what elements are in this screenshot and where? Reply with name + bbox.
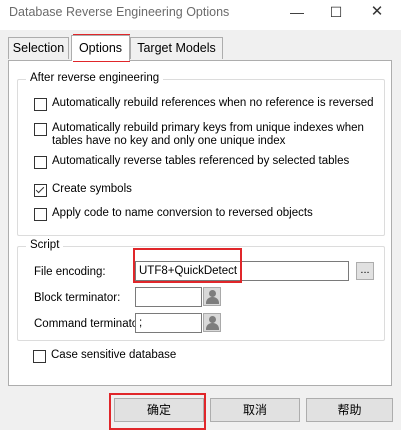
script-group: Script File encoding: UTF8+QuickDetect .… <box>17 239 385 341</box>
code-to-name-checkbox[interactable] <box>34 208 47 221</box>
close-icon[interactable]: ✕ <box>359 1 395 25</box>
create-symbols-label: Create symbols <box>52 183 132 195</box>
file-encoding-label: File encoding: <box>34 266 106 278</box>
help-button[interactable]: 帮助 <box>306 398 393 422</box>
reverse-referenced-tables-label: Automatically reverse tables referenced … <box>52 155 350 167</box>
file-encoding-field[interactable]: UTF8+QuickDetect <box>135 261 349 281</box>
window-title: Database Reverse Engineering Options <box>9 5 230 19</box>
cancel-button[interactable]: 取消 <box>210 398 300 422</box>
block-terminator-picker[interactable] <box>203 287 221 306</box>
case-sensitive-label: Case sensitive database <box>51 349 177 361</box>
rebuild-references-label: Automatically rebuild references when no… <box>52 97 374 109</box>
maximize-icon[interactable]: ☐ <box>318 1 354 25</box>
reverse-referenced-tables-option[interactable]: Automatically reverse tables referenced … <box>34 155 374 169</box>
create-symbols-checkbox[interactable] <box>34 184 47 197</box>
rebuild-references-option[interactable]: Automatically rebuild references when no… <box>34 97 374 111</box>
command-terminator-picker[interactable] <box>203 313 221 332</box>
tab-target-models[interactable]: Target Models <box>130 37 223 59</box>
create-symbols-option[interactable]: Create symbols <box>34 183 374 197</box>
code-to-name-label: Apply code to name conversion to reverse… <box>52 207 313 219</box>
tab-options[interactable]: Options <box>71 35 130 61</box>
reverse-referenced-tables-checkbox[interactable] <box>34 156 47 169</box>
case-sensitive-checkbox[interactable] <box>33 350 46 363</box>
rebuild-primary-keys-label: Automatically rebuild primary keys from … <box>52 122 364 147</box>
rebuild-primary-keys-checkbox[interactable] <box>34 123 47 136</box>
rebuild-primary-keys-option[interactable]: Automatically rebuild primary keys from … <box>34 122 374 148</box>
minimize-icon[interactable]: — <box>279 1 315 25</box>
command-terminator-label: Command terminator: <box>34 318 146 330</box>
script-legend: Script <box>26 239 64 251</box>
after-reverse-legend: After reverse engineering <box>26 72 164 84</box>
code-to-name-option[interactable]: Apply code to name conversion to reverse… <box>34 207 374 221</box>
block-terminator-field[interactable] <box>135 287 202 307</box>
browse-button[interactable]: ... <box>356 262 374 280</box>
block-terminator-label: Block terminator: <box>34 292 121 304</box>
tab-selection[interactable]: Selection <box>8 37 69 59</box>
person-icon <box>209 316 216 323</box>
options-panel: After reverse engineering Automatically … <box>8 60 392 386</box>
ok-button[interactable]: 确定 <box>114 398 204 422</box>
after-reverse-group: After reverse engineering Automatically … <box>17 72 385 236</box>
command-terminator-field[interactable]: ; <box>135 313 202 333</box>
person-icon <box>209 290 216 297</box>
rebuild-references-checkbox[interactable] <box>34 98 47 111</box>
case-sensitive-option[interactable]: Case sensitive database <box>33 349 333 363</box>
title-bar: Database Reverse Engineering Options — ☐… <box>0 0 401 30</box>
check-mark-icon <box>35 184 45 194</box>
